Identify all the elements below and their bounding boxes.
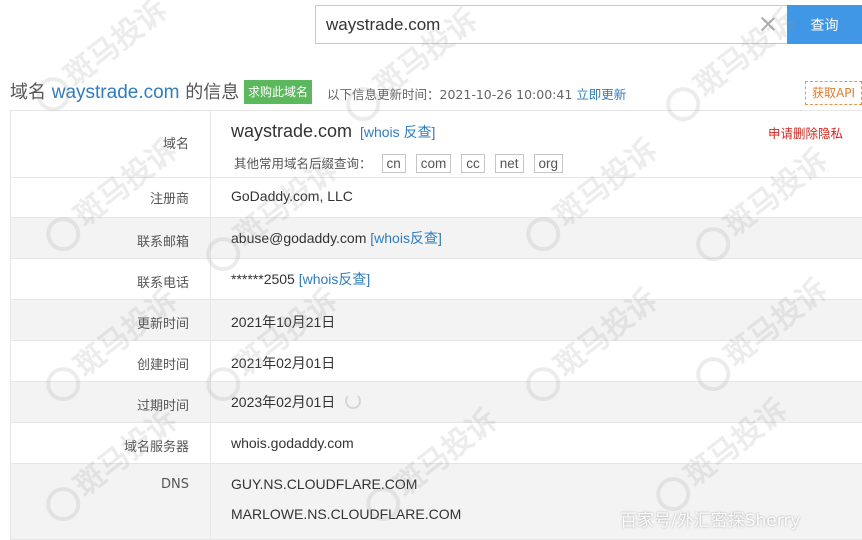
email-text: abuse@godaddy.com xyxy=(231,230,367,246)
dns-value-1: GUY.NS.CLOUDFLARE.COM xyxy=(231,476,418,492)
suffix-com[interactable]: com xyxy=(415,154,452,173)
suffix-cc[interactable]: cc xyxy=(461,154,485,173)
email-value: abuse@godaddy.com [whois反查] xyxy=(231,228,442,248)
domain-value: waystrade.com [whois 反查] xyxy=(231,121,435,142)
table-row-expires: 过期时间 2023年02月01日 xyxy=(10,382,862,423)
suffix-cn[interactable]: cn xyxy=(381,154,406,173)
title-domain: waystrade.com xyxy=(51,82,180,103)
updated-value: 2021年10月21日 xyxy=(231,314,336,330)
loading-spinner-icon xyxy=(345,393,362,409)
expires-text: 2023年02月01日 xyxy=(231,394,336,410)
suffix-row: 其他常用域名后缀查询： cn com cc net org xyxy=(234,153,564,173)
dns-value-2: MARLOWE.NS.CLOUDFLARE.COM xyxy=(231,506,462,522)
email-whois-link[interactable]: [whois反查] xyxy=(370,230,442,246)
get-api-button[interactable]: 获取API xyxy=(805,81,862,105)
title-row: 域名 waystrade.com 的信息 求购此域名 以下信息更新时间：2021… xyxy=(0,74,862,110)
title-prefix: 域名 xyxy=(10,82,46,103)
table-row-whois-server: 域名服务器 whois.godaddy.com xyxy=(10,423,862,464)
update-time: 2021-10-26 10:00:41 xyxy=(439,87,573,102)
buy-domain-badge[interactable]: 求购此域名 xyxy=(244,80,313,104)
page-title: 域名 waystrade.com 的信息 xyxy=(10,78,239,104)
update-now-link[interactable]: 立即更新 xyxy=(576,87,626,102)
suffix-net[interactable]: net xyxy=(494,154,524,173)
row-label: 注册商 xyxy=(10,178,211,217)
update-prefix: 以下信息更新时间： xyxy=(327,87,440,102)
row-label: DNS xyxy=(10,464,211,539)
search-input[interactable] xyxy=(315,5,787,44)
table-row-updated: 更新时间 2021年10月21日 xyxy=(10,300,862,341)
suffix-prompt: 其他常用域名后缀查询： xyxy=(234,156,372,171)
domain-whois-link[interactable]: [whois 反查] xyxy=(360,124,435,140)
row-label: 域名 xyxy=(10,111,211,177)
row-label: 创建时间 xyxy=(10,341,211,381)
source-watermark: 百家号/外汇密探Sherry xyxy=(620,511,801,531)
expires-value: 2023年02月01日 xyxy=(231,392,362,412)
update-info: 以下信息更新时间：2021-10-26 10:00:41 立即更新 xyxy=(327,84,626,103)
row-label: 过期时间 xyxy=(10,382,211,422)
created-value: 2021年02月01日 xyxy=(231,355,336,371)
phone-value: ******2505 [whois反查] xyxy=(231,269,370,289)
clear-icon[interactable] xyxy=(759,15,777,33)
title-suffix: 的信息 xyxy=(185,82,240,103)
table-row-created: 创建时间 2021年02月01日 xyxy=(10,341,862,382)
table-row-email: 联系邮箱 abuse@godaddy.com [whois反查] xyxy=(10,218,862,259)
phone-text: ******2505 xyxy=(231,271,295,287)
row-label: 联系邮箱 xyxy=(10,218,211,258)
phone-whois-link[interactable]: [whois反查] xyxy=(299,271,371,287)
row-label: 域名服务器 xyxy=(10,423,211,463)
table-row-domain: 域名 waystrade.com [whois 反查] 申请删除隐私 其他常用域… xyxy=(10,111,862,178)
row-label: 联系电话 xyxy=(10,259,211,299)
table-row-phone: 联系电话 ******2505 [whois反查] xyxy=(10,259,862,300)
suffix-org[interactable]: org xyxy=(533,154,564,173)
row-label: 更新时间 xyxy=(10,300,211,340)
whois-info-table: 域名 waystrade.com [whois 反查] 申请删除隐私 其他常用域… xyxy=(10,110,862,540)
whois-server-value: whois.godaddy.com xyxy=(231,435,354,451)
registrar-value: GoDaddy.com, LLC xyxy=(231,188,353,204)
domain-name: waystrade.com xyxy=(231,121,353,141)
search-button[interactable]: 查询 xyxy=(787,5,862,44)
remove-privacy-link[interactable]: 申请删除隐私 xyxy=(768,123,843,142)
table-row-registrar: 注册商 GoDaddy.com, LLC xyxy=(10,178,862,218)
search-bar: 查询 xyxy=(315,5,862,44)
